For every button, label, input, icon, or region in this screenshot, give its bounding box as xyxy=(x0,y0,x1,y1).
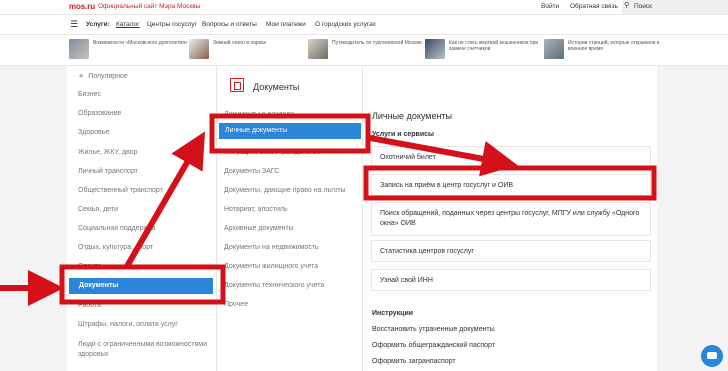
search-button[interactable]: ⚲ Поиск xyxy=(622,0,728,14)
subcat-housing-registry[interactable]: Документы жилищного учета xyxy=(224,263,318,270)
news-title: Путеводитель по тургеневской Москве xyxy=(332,40,422,46)
news-title: Как не стать жертвой мошенников при заме… xyxy=(449,40,539,52)
documents-heading: Документы xyxy=(253,82,300,92)
news-item[interactable]: Возможности «Московского долголетия» xyxy=(69,39,188,63)
nav-catalog[interactable]: Каталог xyxy=(116,21,140,28)
site-logo[interactable]: mos.ru xyxy=(69,2,95,11)
sidebar-item-leisure[interactable]: Отдых, культура, спорт xyxy=(78,244,153,251)
section-title: Личные документы xyxy=(372,111,453,121)
document-icon xyxy=(230,78,244,92)
instructions-subtitle: Инструкции xyxy=(372,310,414,317)
sidebar-item-documents[interactable]: Документы xyxy=(69,278,213,294)
top-bar: mos.ru Официальный сайт Мэра Москвы Войт… xyxy=(0,0,728,15)
star-icon: ★ xyxy=(78,73,85,80)
sidebar-item-fines[interactable]: Штрафы, налоги, оплата услуг xyxy=(78,321,178,328)
subcat-property[interactable]: Документы на недвижимость xyxy=(224,244,319,251)
instruction-passport[interactable]: Оформить общегражданский паспорт xyxy=(372,342,495,349)
news-thumbnail xyxy=(425,39,445,59)
sidebar-item-disabilities[interactable]: Люди с ограниченными возможностями здоро… xyxy=(78,340,208,360)
service-statistics[interactable]: Статистика центров госуслуг xyxy=(371,240,651,262)
news-title: Истории станций, которые открывали в вое… xyxy=(568,40,660,52)
instruction-foreign-passport[interactable]: Оформить загранпаспорт xyxy=(372,358,456,365)
sidebar-item-social[interactable]: Социальная поддержка xyxy=(78,225,155,232)
news-title: Зимний сезон в парках xyxy=(213,40,267,46)
services-subtitle: Услуги и сервисы xyxy=(372,131,435,138)
sidebar-item-education[interactable]: Образование xyxy=(78,110,121,117)
services-label: Услуги: xyxy=(86,21,110,28)
sidebar-item-family[interactable]: Семья, дети xyxy=(78,206,118,213)
subcat-archive[interactable]: Архивные документы xyxy=(224,225,294,232)
service-search-requests[interactable]: Поиск обращений, поданных через центры г… xyxy=(371,202,651,236)
nav-service-centers[interactable]: Центры госуслуг xyxy=(147,21,197,28)
news-item[interactable]: Как не стать жертвой мошенников при заме… xyxy=(425,39,543,63)
sidebar-item-label: Популярное xyxy=(88,73,128,80)
sidebar-item-work[interactable]: Работа xyxy=(78,302,101,309)
subcat-technical[interactable]: Документы технического учета xyxy=(224,282,324,289)
news-thumbnail xyxy=(69,39,89,59)
subcat-personal-documents[interactable]: Личные документы xyxy=(219,123,361,139)
news-item[interactable]: Зимний сезон в парках xyxy=(189,39,307,63)
subcat-notary[interactable]: Нотариат, апостиль xyxy=(224,206,288,213)
catalog-nav: ☰ Услуги: Каталог Центры госуслуг Вопрос… xyxy=(0,15,728,35)
service-inn[interactable]: Узнай свой ИНН xyxy=(371,269,651,291)
sidebar-item-personal-transport[interactable]: Личный транспорт xyxy=(78,168,138,175)
subcat-other[interactable]: Прочее xyxy=(224,301,248,308)
site-title[interactable]: Официальный сайт Мэра Москвы xyxy=(98,3,200,10)
news-item[interactable]: Истории станций, которые открывали в вое… xyxy=(544,39,662,63)
login-link[interactable]: Войти xyxy=(541,3,559,10)
sidebar-item-public-transport[interactable]: Общественный транспорт xyxy=(78,187,163,194)
news-item[interactable]: Путеводитель по тургеневской Москве xyxy=(308,39,426,63)
news-strip: Возможности «Московского долголетия» Зим… xyxy=(0,35,728,66)
nav-about-services[interactable]: О городских услугах xyxy=(315,21,376,28)
sidebar-item-business[interactable]: Бизнес xyxy=(78,91,101,98)
subcat-all-documents[interactable]: Документы в разделе xyxy=(224,111,294,118)
feedback-link[interactable]: Обратная связь xyxy=(570,3,618,10)
subcat-benefits[interactable]: Документы, дающие право на льготы xyxy=(224,187,346,194)
service-appointment[interactable]: Запись на приём в центр госуслуг и ОИВ xyxy=(371,174,651,196)
search-label: Поиск xyxy=(634,3,653,10)
news-title: Возможности «Московского долголетия» xyxy=(93,40,188,46)
search-icon: ⚲ xyxy=(624,2,630,9)
category-sidebar: ★ Популярное Бизнес Образование Здоровье … xyxy=(67,66,217,371)
nav-faq[interactable]: Вопросы и ответы xyxy=(202,21,257,28)
news-thumbnail xyxy=(308,39,328,59)
instruction-restore[interactable]: Восстановить утраченные документы xyxy=(372,326,495,333)
service-hunting-ticket[interactable]: Охотничий билет xyxy=(371,146,651,168)
sidebar-item-payment[interactable]: Оплата xyxy=(78,263,102,270)
subcat-zags[interactable]: Документы ЗАГС xyxy=(224,168,279,175)
menu-icon[interactable]: ☰ xyxy=(70,19,78,30)
sidebar-item-health[interactable]: Здоровье xyxy=(78,129,109,136)
chat-button[interactable] xyxy=(701,345,723,367)
news-thumbnail xyxy=(544,39,564,59)
documents-subcategories: Документы Документы в разделе Личные док… xyxy=(217,66,363,371)
personal-documents-panel: Личные документы Услуги и сервисы Охотни… xyxy=(363,66,657,371)
sidebar-item-popular[interactable]: ★ Популярное xyxy=(78,72,128,80)
nav-my-payments[interactable]: Мои платежи xyxy=(266,21,306,28)
news-thumbnail xyxy=(189,39,209,59)
sidebar-item-housing[interactable]: Жилье, ЖКУ, двор xyxy=(78,149,137,156)
subcat-migration[interactable]: Миграция, визы, гражданство xyxy=(224,149,321,156)
